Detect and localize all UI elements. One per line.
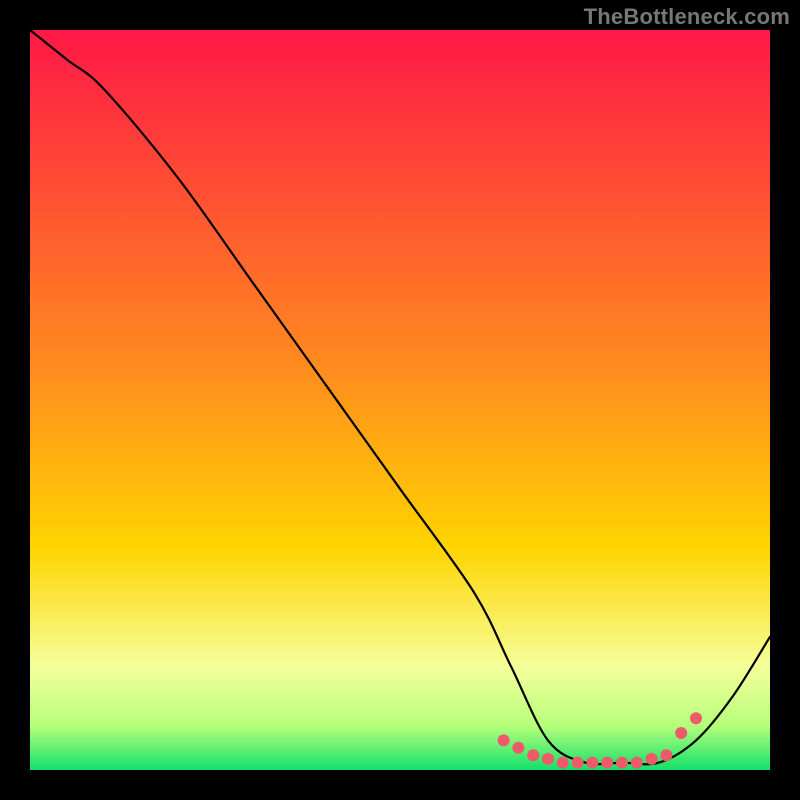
highlight-dot <box>601 757 613 769</box>
highlight-dot <box>557 757 569 769</box>
highlight-dot <box>616 757 628 769</box>
highlight-dot <box>690 712 702 724</box>
plot-background <box>30 30 770 770</box>
attribution-label: TheBottleneck.com <box>584 4 790 30</box>
chart-frame: TheBottleneck.com <box>0 0 800 800</box>
highlight-dot <box>631 757 643 769</box>
bottleneck-chart <box>0 0 800 800</box>
highlight-dot <box>512 742 524 754</box>
highlight-dot <box>660 749 672 761</box>
highlight-dot <box>572 757 584 769</box>
highlight-dot <box>527 749 539 761</box>
highlight-dot <box>498 734 510 746</box>
highlight-dot <box>586 757 598 769</box>
highlight-dot <box>675 727 687 739</box>
highlight-dot <box>646 753 658 765</box>
highlight-dot <box>542 753 554 765</box>
